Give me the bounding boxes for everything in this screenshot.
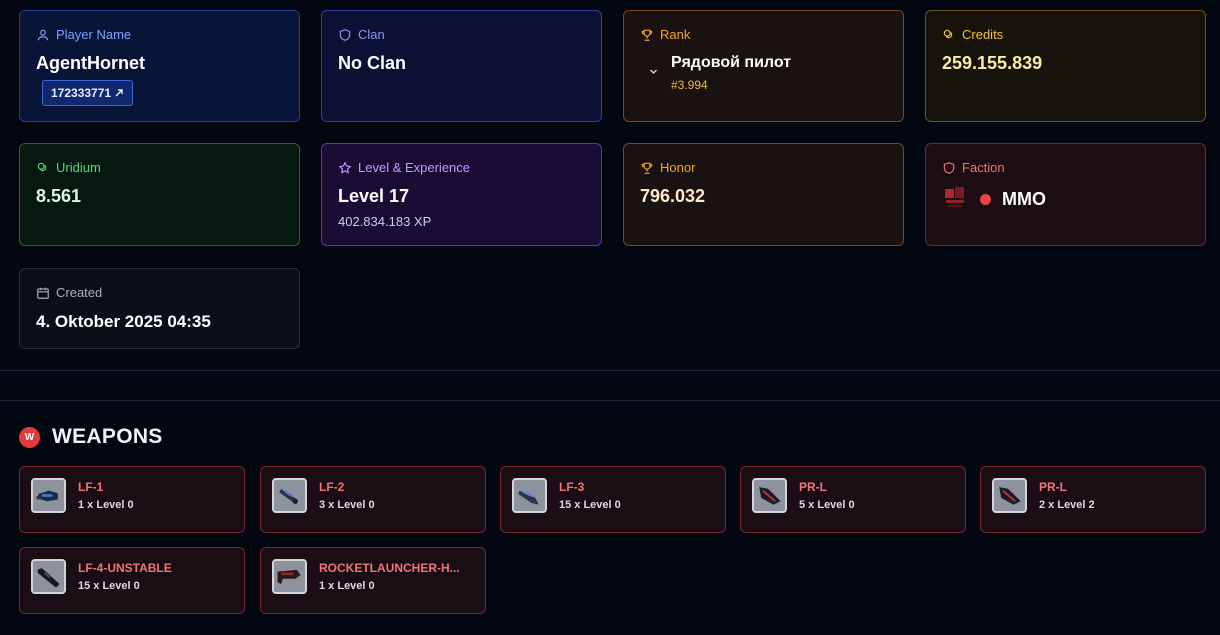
- level-value: Level 17: [338, 186, 410, 206]
- level-card: Level & Experience Level 17 402.834.183 …: [321, 143, 602, 246]
- weapon-count: 5 x Level 0: [799, 499, 855, 511]
- faction-dot: [980, 194, 991, 205]
- clan-card: Clan No Clan: [321, 10, 602, 122]
- trophy-icon: [641, 162, 653, 174]
- shield-icon: [339, 28, 351, 41]
- credits-value: 259.155.839: [942, 53, 1043, 73]
- weapon-name: LF-2: [319, 480, 345, 494]
- created-label-text: Created: [56, 285, 103, 300]
- rocket-launcher-icon: [752, 478, 787, 513]
- credits-label: Credits: [942, 27, 1003, 42]
- faction-label: Faction: [942, 160, 1005, 175]
- rank-position: #3.994: [671, 78, 708, 92]
- weapon-name: LF-3: [559, 480, 585, 494]
- weapon-count: 3 x Level 0: [319, 499, 375, 511]
- weapon-name: ROCKETLAUNCHER-H...: [319, 561, 460, 575]
- trophy-icon: [641, 29, 653, 41]
- level-label-text: Level & Experience: [358, 160, 471, 175]
- weapon-count: 1 x Level 0: [78, 499, 134, 511]
- created-value: 4. Oktober 2025 04:35: [36, 312, 211, 331]
- uridium-card: Uridium 8.561: [19, 143, 300, 246]
- star-icon: [338, 160, 352, 174]
- clan-label: Clan: [338, 27, 385, 42]
- weapon-card[interactable]: PR-L 5 x Level 0: [740, 466, 966, 533]
- weapon-name: PR-L: [799, 480, 827, 494]
- uridium-label: Uridium: [36, 160, 101, 175]
- weapons-badge-icon: W: [19, 426, 40, 448]
- created-card: Created 4. Oktober 2025 04:35: [19, 268, 300, 349]
- laser-cannon-icon: [31, 559, 66, 594]
- laser-cannon-icon: [512, 478, 547, 513]
- rank-value: Рядовой пилот: [671, 54, 792, 71]
- honor-label-text: Honor: [660, 160, 696, 175]
- calendar-icon: [37, 287, 49, 299]
- player-id-text: 172333771: [51, 86, 112, 100]
- rocket-launcher-icon: [992, 478, 1027, 513]
- weapon-card[interactable]: LF-2 3 x Level 0: [260, 466, 486, 533]
- coins-icon: [37, 162, 47, 171]
- weapon-card[interactable]: ROCKETLAUNCHER-H... 1 x Level 0: [260, 547, 486, 614]
- experience-value: 402.834.183 XP: [338, 214, 432, 229]
- player-name-value: AgentHornet: [36, 53, 145, 73]
- honor-value: 796.032: [640, 186, 706, 206]
- external-link-icon: [115, 89, 123, 97]
- weapon-name: PR-L: [1039, 480, 1067, 494]
- player-name-label-text: Player Name: [56, 27, 132, 42]
- clan-value: No Clan: [338, 53, 407, 73]
- weapon-card[interactable]: LF-4-UNSTABLE 15 x Level 0: [19, 547, 245, 614]
- weapon-count: 2 x Level 2: [1039, 499, 1095, 511]
- shield-icon: [943, 161, 955, 174]
- uridium-label-text: Uridium: [56, 160, 101, 175]
- player-name-label: Player Name: [36, 27, 131, 42]
- rank-label: Rank: [640, 27, 690, 42]
- weapons-section-header: W WEAPONS: [19, 425, 163, 449]
- rank-label-text: Rank: [660, 27, 691, 42]
- level-label: Level & Experience: [338, 160, 470, 175]
- laser-cannon-icon: [272, 478, 307, 513]
- honor-label: Honor: [640, 160, 695, 175]
- player-id-badge[interactable]: 172333771: [42, 80, 134, 106]
- uridium-value: 8.561: [36, 186, 82, 206]
- divider: [0, 370, 1220, 371]
- weapon-name: LF-4-UNSTABLE: [78, 561, 172, 575]
- weapon-card[interactable]: LF-1 1 x Level 0: [19, 466, 245, 533]
- rank-insignia-icon: [650, 69, 657, 74]
- faction-logo-icon: [945, 187, 964, 207]
- faction-label-text: Faction: [962, 160, 1005, 175]
- laser-cannon-icon: [31, 478, 66, 513]
- credits-label-text: Credits: [962, 27, 1004, 42]
- divider: [0, 400, 1220, 401]
- created-label: Created: [36, 285, 102, 300]
- weapon-card[interactable]: LF-3 15 x Level 0: [500, 466, 726, 533]
- weapon-count: 15 x Level 0: [559, 499, 621, 511]
- weapon-card[interactable]: PR-L 2 x Level 2: [980, 466, 1206, 533]
- clan-label-text: Clan: [358, 27, 385, 42]
- faction-value: MMO: [1002, 189, 1046, 209]
- honor-card: Honor 796.032: [623, 143, 904, 246]
- faction-card: Faction MMO: [925, 143, 1206, 246]
- weapons-section-title: WEAPONS: [52, 425, 163, 448]
- user-icon: [37, 29, 49, 40]
- weapon-name: LF-1: [78, 480, 104, 494]
- credits-card: Credits 259.155.839: [925, 10, 1206, 122]
- rocket-launcher-icon: [272, 559, 307, 594]
- weapon-count: 15 x Level 0: [78, 580, 140, 592]
- coins-icon: [943, 29, 953, 38]
- rank-card: Rank Рядовой пилот #3.994: [623, 10, 904, 122]
- player-name-card: Player Name AgentHornet 172333771: [19, 10, 300, 122]
- weapon-count: 1 x Level 0: [319, 580, 375, 592]
